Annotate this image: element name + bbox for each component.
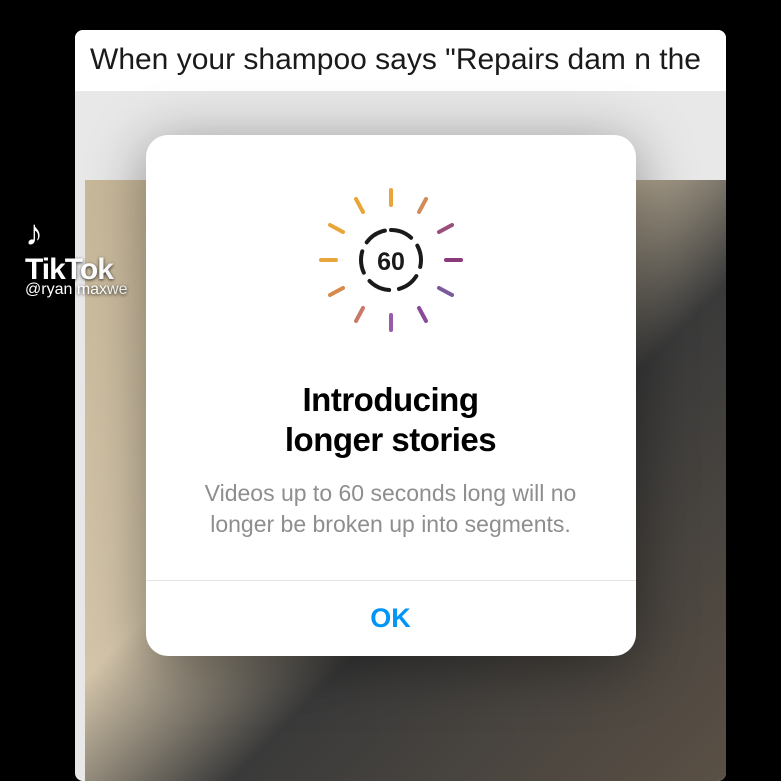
modal-overlay: 60 Introducing longer stories Videos up … (0, 0, 781, 781)
modal-description: Videos up to 60 seconds long will no lon… (191, 478, 591, 540)
modal-footer: OK (146, 580, 636, 656)
timer-number: 60 (377, 248, 405, 276)
modal-body: 60 Introducing longer stories Videos up … (146, 135, 636, 579)
modal-title-line1: Introducing (303, 381, 479, 418)
modal-title: Introducing longer stories (191, 380, 591, 459)
timer-60-icon: 60 (306, 175, 476, 345)
modal-title-line2: longer stories (285, 421, 496, 458)
modal-icon-container: 60 (191, 175, 591, 345)
announcement-modal: 60 Introducing longer stories Videos up … (146, 135, 636, 655)
ok-button[interactable]: OK (168, 603, 614, 634)
